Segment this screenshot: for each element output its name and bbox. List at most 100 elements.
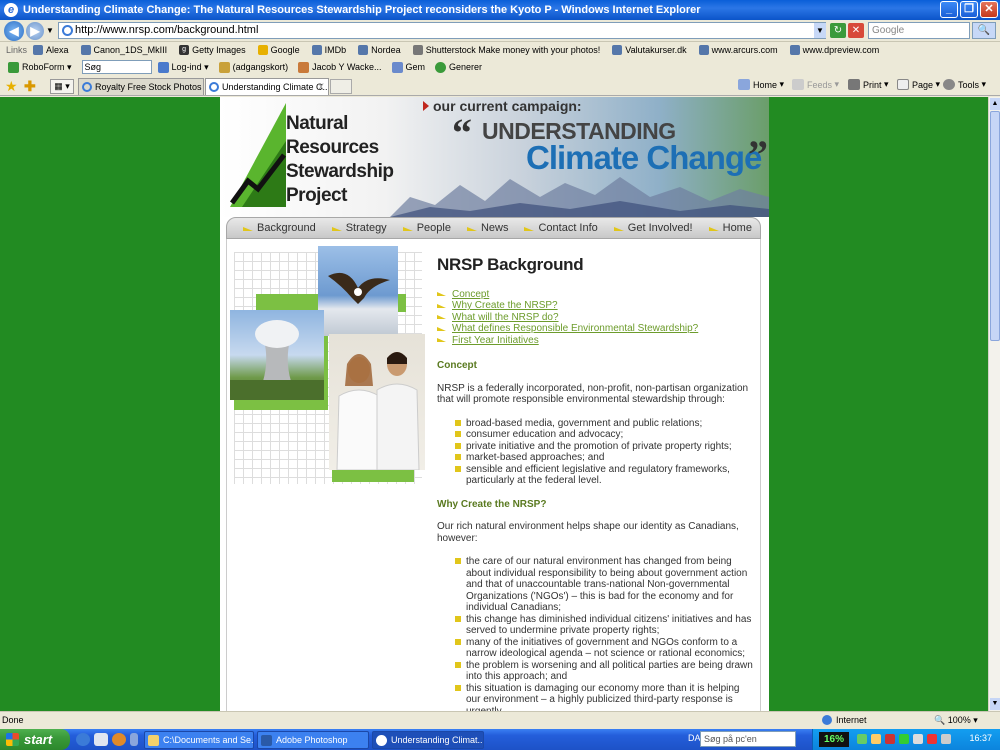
tray-icon[interactable] — [857, 734, 867, 744]
forward-arrow-icon[interactable]: ▶ — [26, 22, 44, 40]
login-button[interactable]: Log-ind ▾ — [157, 61, 209, 73]
desktop-search-input[interactable]: Søg på pc'en — [700, 731, 796, 747]
taskbar-item-photoshop[interactable]: Adobe Photoshop — [257, 731, 369, 749]
concept-list: broad-based media, government and public… — [455, 418, 755, 487]
search-input[interactable]: Google — [868, 22, 970, 39]
list-item: market-based approaches; and — [455, 452, 755, 464]
nav-background[interactable]: Background — [243, 222, 316, 234]
toc-link-why-create[interactable]: Why Create the NRSP? — [437, 300, 755, 312]
scroll-down-icon[interactable]: ▼ — [990, 698, 1000, 710]
link-canon[interactable]: Canon_1DS_MkIII — [80, 45, 167, 55]
recent-pages-dropdown-icon[interactable]: ▼ — [46, 26, 54, 35]
nav-get-involved[interactable]: Get Involved! — [613, 222, 693, 234]
photoshop-icon — [261, 735, 272, 746]
zoom-level[interactable]: 🔍 100% ▾ — [934, 715, 978, 726]
nav-arrow-icon — [331, 227, 342, 231]
nav-news[interactable]: News — [466, 222, 508, 234]
close-button[interactable]: ✕ — [980, 1, 998, 18]
stop-icon[interactable]: ✕ — [848, 23, 864, 38]
tab-close-icon[interactable]: X — [318, 79, 324, 95]
new-tab-button[interactable] — [330, 79, 352, 94]
security-zone: Internet — [822, 715, 867, 725]
tab-understanding-climate[interactable]: Understanding Climate C... X — [205, 78, 329, 95]
toc-link-first-year[interactable]: First Year Initiatives — [437, 335, 755, 347]
generate-button[interactable]: Generer — [435, 61, 482, 73]
web-page: Natural Resources Stewardship Project ou… — [220, 97, 769, 711]
nav-arrow-icon — [524, 227, 535, 231]
system-tray: 16% 16:37 — [812, 729, 1000, 750]
identity-button[interactable]: Jacob Y Wacke... — [298, 61, 382, 73]
link-arcurs[interactable]: www.arcurs.com — [698, 45, 778, 55]
logo-text-line: Stewardship — [286, 161, 394, 182]
vertical-scrollbar[interactable]: ▲ ▼ — [988, 97, 1000, 711]
toc-arrow-icon — [437, 338, 446, 343]
toc-link-what-defines[interactable]: What defines Responsible Environmental S… — [437, 323, 755, 335]
quick-tabs-icon[interactable]: ▦ ▾ — [50, 79, 74, 94]
feeds-command[interactable]: Feeds ▾ — [792, 79, 839, 90]
logo-text-line: Natural — [286, 113, 348, 134]
tray-icon[interactable] — [913, 734, 923, 744]
roboform-icon — [8, 61, 19, 73]
gear-icon — [943, 79, 955, 90]
tray-icon[interactable] — [927, 734, 937, 744]
back-arrow-icon[interactable]: ◀ — [4, 21, 24, 41]
outlook-quicklaunch-icon[interactable] — [94, 733, 108, 746]
search-icon[interactable]: 🔍 — [972, 22, 996, 39]
link-nordea[interactable]: Nordea — [358, 45, 401, 55]
passcards-button[interactable]: (adgangskort) — [218, 61, 288, 73]
nav-home[interactable]: Home — [708, 222, 752, 234]
taskbar-item-ie[interactable]: Understanding Climat... — [372, 731, 484, 749]
tab-royalty-free[interactable]: Royalty Free Stock Photos a... — [78, 78, 204, 95]
tab-favicon-icon — [209, 82, 219, 92]
language-indicator[interactable]: DA — [688, 733, 701, 743]
show-more-icon[interactable] — [130, 733, 138, 746]
roboform-toolbar: RoboForm ▾ Søg Log-ind ▾ (adgangskort) J… — [0, 58, 1000, 76]
logo-text-line: Resources — [286, 137, 379, 158]
tools-command[interactable]: Tools ▾ — [943, 79, 986, 90]
link-alexa[interactable]: Alexa — [33, 45, 69, 55]
link-getty-images[interactable]: g Getty Images — [179, 45, 246, 55]
why-list: the care of our natural environment has … — [455, 556, 755, 711]
address-dropdown-icon[interactable]: ▼ — [814, 23, 826, 38]
print-command[interactable]: Print ▾ — [848, 79, 889, 90]
scrollbar-thumb[interactable] — [990, 111, 1000, 341]
start-button[interactable]: start — [0, 729, 70, 750]
article: NRSP Background Concept Why Create the N… — [437, 256, 755, 711]
add-favorite-icon[interactable]: ✚ — [24, 78, 36, 94]
roboform-button[interactable]: RoboForm ▾ — [8, 61, 72, 73]
nav-arrow-icon — [402, 227, 413, 231]
tray-icon[interactable] — [871, 734, 881, 744]
address-input[interactable]: http://www.nrsp.com/background.html — [58, 22, 826, 39]
link-valutakurser[interactable]: Valutakurser.dk — [612, 45, 687, 55]
scroll-up-icon[interactable]: ▲ — [990, 98, 1000, 110]
link-imdb[interactable]: IMDb — [311, 45, 346, 55]
refresh-icon[interactable]: ↻ — [830, 23, 846, 38]
toc-link-what-will-do[interactable]: What will the NRSP do? — [437, 312, 755, 324]
tray-icon[interactable] — [899, 734, 909, 744]
link-dpreview[interactable]: www.dpreview.com — [789, 45, 879, 55]
table-of-contents: Concept Why Create the NRSP? What will t… — [437, 289, 755, 347]
link-google[interactable]: Google — [257, 45, 300, 55]
save-button[interactable]: Gem — [391, 61, 425, 73]
link-shutterstock[interactable]: Shutterstock Make money with your photos… — [412, 45, 600, 55]
cpu-meter: 16% — [819, 732, 849, 747]
nav-contact-info[interactable]: Contact Info — [524, 222, 598, 234]
home-command[interactable]: Home ▾ — [738, 79, 784, 90]
ie-quicklaunch-icon[interactable] — [76, 733, 90, 746]
tray-icon[interactable] — [885, 734, 895, 744]
minimize-button[interactable]: _ — [940, 1, 958, 18]
toc-link-concept[interactable]: Concept — [437, 289, 755, 301]
page-command[interactable]: Page ▾ — [897, 79, 940, 90]
tab-favicon-icon — [82, 82, 92, 92]
taskbar-item-explorer[interactable]: C:\Documents and Se... — [144, 731, 254, 749]
home-icon — [738, 79, 750, 90]
campaign-arrow-icon — [423, 101, 429, 111]
volume-icon[interactable] — [941, 734, 951, 744]
nav-strategy[interactable]: Strategy — [331, 222, 387, 234]
clock[interactable]: 16:37 — [969, 733, 992, 743]
firefox-quicklaunch-icon[interactable] — [112, 733, 126, 746]
nav-people[interactable]: People — [402, 222, 451, 234]
maximize-button[interactable]: ❐ — [960, 1, 978, 18]
roboform-search-input[interactable]: Søg — [81, 60, 152, 74]
favorites-star-icon[interactable]: ★ — [5, 78, 18, 94]
